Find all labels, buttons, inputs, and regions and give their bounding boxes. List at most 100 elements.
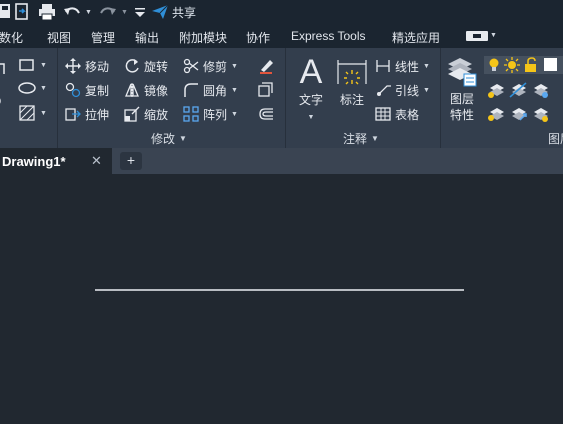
- leader-button[interactable]: 引线 ▼: [374, 80, 430, 100]
- explode-icon: [257, 81, 275, 99]
- save-as-icon[interactable]: [14, 3, 30, 21]
- ribbon-panel-area: ▼ ▼ ▼ 移动 旋转 修剪 ▼ 复制 镜像 圆角 ▼ 拉伸 缩放 阵列 ▼ 修…: [0, 48, 563, 148]
- panel-divider: [285, 48, 286, 148]
- leader-label: 引线: [395, 83, 420, 98]
- layers-panel-title[interactable]: 图层: [548, 130, 563, 147]
- modify-panel-title[interactable]: 修改 ▼: [151, 130, 187, 147]
- layer-thaw-icon[interactable]: [504, 57, 520, 76]
- layer-properties-label: 图层 特性: [443, 91, 481, 123]
- chevron-down-icon[interactable]: ▼: [490, 32, 497, 39]
- share-icon: [152, 4, 169, 19]
- layer-properties-label-line2: 特性: [449, 108, 474, 122]
- erase-button[interactable]: [257, 56, 275, 76]
- ellipse-icon: [18, 82, 36, 94]
- panel-divider: [57, 48, 58, 148]
- mirror-button[interactable]: 镜像: [123, 80, 168, 100]
- document-tab-strip: Drawing1* ✕ +: [0, 148, 563, 174]
- tab-express-tools[interactable]: Express Tools: [291, 29, 365, 43]
- fillet-button[interactable]: 圆角 ▼: [182, 80, 238, 100]
- layer-properties-icon: [448, 58, 477, 87]
- tab-output[interactable]: 输出: [135, 29, 159, 46]
- offset-icon: [257, 105, 275, 123]
- customize-toolbar-icon[interactable]: [134, 3, 146, 21]
- modify-panel-label: 修改: [151, 132, 176, 146]
- linear-label: 线性: [395, 59, 420, 74]
- layer-on-icon[interactable]: [487, 56, 501, 77]
- text-label: 文字: [298, 93, 323, 107]
- svg-text:A: A: [300, 54, 323, 88]
- layer-off-icon[interactable]: [508, 80, 528, 103]
- layer-properties-button[interactable]: 图层 特性: [443, 54, 481, 123]
- redo-dropdown-icon[interactable]: ▼: [121, 3, 128, 21]
- rotate-label: 旋转: [144, 59, 169, 74]
- print-icon[interactable]: [38, 3, 56, 21]
- layer-match-icon[interactable]: [486, 104, 506, 127]
- linear-dimension-button[interactable]: 线性 ▼: [374, 56, 430, 76]
- leader-icon: [374, 81, 392, 99]
- table-label: 表格: [395, 107, 420, 122]
- layer-merge-icon[interactable]: [530, 104, 550, 127]
- tab-featured-apps[interactable]: 精选应用: [392, 29, 440, 46]
- polyline-icon[interactable]: [0, 58, 6, 78]
- layer-control[interactable]: [484, 56, 563, 74]
- layer-walk-icon[interactable]: [508, 104, 528, 127]
- table-button[interactable]: 表格: [374, 104, 419, 124]
- layers-panel-label: 图层: [548, 132, 563, 146]
- explode-button[interactable]: [257, 80, 275, 100]
- undo-dropdown-icon[interactable]: ▼: [85, 3, 92, 21]
- layer-isolate-icon[interactable]: [486, 80, 506, 103]
- layer-properties-label-line1: 图层: [449, 92, 474, 106]
- document-tab-title: Drawing1*: [2, 154, 66, 169]
- share-label: 共享: [172, 5, 197, 20]
- mirror-icon: [123, 81, 141, 99]
- copy-label: 复制: [85, 83, 110, 98]
- annotation-panel-title[interactable]: 注释 ▼: [343, 130, 379, 147]
- rectangle-icon: [19, 59, 34, 71]
- hatch-button[interactable]: ▼: [18, 103, 47, 123]
- hatch-icon: [19, 105, 35, 121]
- tab-collaborate[interactable]: 协作: [246, 29, 270, 46]
- move-button[interactable]: 移动: [64, 56, 109, 76]
- linear-dimension-icon: [374, 57, 392, 75]
- ribbon-tab-bar: 参数化 视图 管理 输出 附加模块 协作 Express Tools 精选应用 …: [0, 24, 563, 48]
- share-button[interactable]: 共享: [151, 3, 196, 21]
- array-icon: [182, 105, 200, 123]
- document-tab[interactable]: Drawing1* ✕: [0, 148, 112, 174]
- array-button[interactable]: 阵列 ▼: [182, 104, 238, 124]
- copy-icon: [64, 81, 82, 99]
- tab-view[interactable]: 视图: [47, 29, 71, 46]
- ellipse-button[interactable]: ▼: [18, 78, 47, 98]
- arc-icon[interactable]: [0, 91, 4, 111]
- line-entity[interactable]: [95, 289, 464, 291]
- copy-button[interactable]: 复制: [64, 80, 109, 100]
- layer-unlock-icon[interactable]: [523, 57, 539, 76]
- rotate-button[interactable]: 旋转: [123, 56, 168, 76]
- layer-freeze-icon[interactable]: [530, 80, 550, 103]
- undo-icon[interactable]: [63, 3, 81, 21]
- new-tab-button[interactable]: +: [120, 152, 142, 170]
- trim-button[interactable]: 修剪 ▼: [182, 56, 238, 76]
- stretch-button[interactable]: 拉伸: [64, 104, 109, 124]
- drawing-canvas[interactable]: [0, 174, 563, 424]
- tab-manage[interactable]: 管理: [91, 29, 115, 46]
- scale-label: 缩放: [144, 107, 169, 122]
- fillet-label: 圆角: [203, 83, 228, 98]
- ribbon-state-toggle[interactable]: [466, 31, 488, 41]
- text-button[interactable]: A 文字 ▼: [294, 53, 328, 122]
- dimension-button[interactable]: 标注: [334, 56, 370, 108]
- layer-color-swatch[interactable]: [544, 58, 557, 71]
- panel-divider: [440, 48, 441, 148]
- offset-button[interactable]: [257, 104, 275, 124]
- tab-parametric[interactable]: 参数化: [0, 29, 23, 46]
- tab-addins[interactable]: 附加模块: [179, 29, 227, 46]
- close-icon[interactable]: ✕: [91, 153, 102, 169]
- save-icon[interactable]: [0, 2, 12, 20]
- trim-label: 修剪: [203, 59, 228, 74]
- dimension-label: 标注: [339, 93, 364, 107]
- rectangle-button[interactable]: ▼: [18, 55, 47, 75]
- dimension-icon: [337, 60, 367, 85]
- layer-tools-row-2: [486, 104, 563, 124]
- stretch-label: 拉伸: [85, 107, 110, 122]
- redo-icon[interactable]: [99, 3, 117, 21]
- scale-button[interactable]: 缩放: [123, 104, 168, 124]
